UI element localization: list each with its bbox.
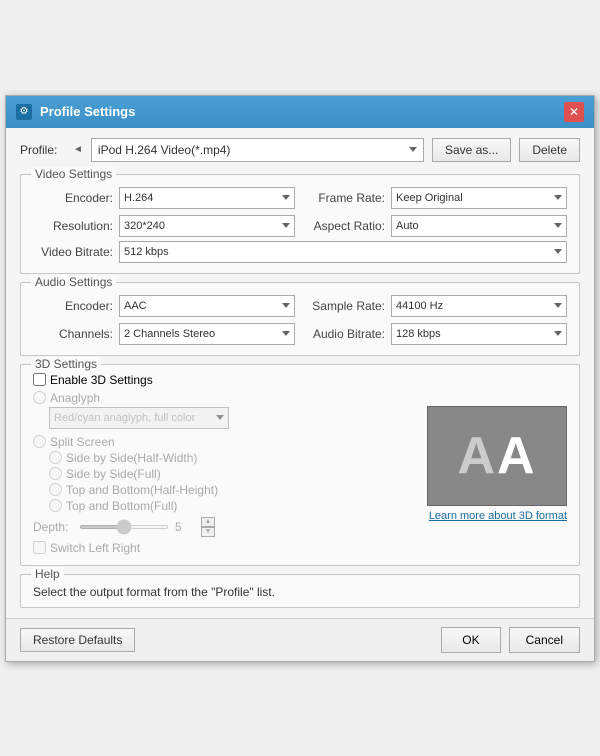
- resolution-field: Resolution: 320*240: [33, 215, 295, 237]
- aspect-ratio-select[interactable]: Auto: [391, 215, 567, 237]
- sbs-full-label: Side by Side(Full): [66, 467, 161, 481]
- enable-3d-label: Enable 3D Settings: [50, 373, 153, 387]
- audio-encoder-field: Encoder: AAC: [33, 295, 295, 317]
- aspect-ratio-field: Aspect Ratio: Auto: [305, 215, 567, 237]
- profile-dropdown[interactable]: iPod H.264 Video(*.mp4): [91, 138, 424, 162]
- tb-full-label: Top and Bottom(Full): [66, 499, 177, 513]
- close-button[interactable]: ✕: [564, 102, 584, 122]
- switch-left-right-checkbox[interactable]: [33, 541, 46, 554]
- aa-right: A: [497, 426, 537, 486]
- video-settings-grid: Encoder: H.264 Frame Rate: Keep Original…: [33, 187, 567, 237]
- learn-more-link[interactable]: Learn more about 3D format: [427, 510, 567, 522]
- audio-encoder-select[interactable]: AAC: [119, 295, 295, 317]
- frame-rate-label: Frame Rate:: [305, 191, 385, 205]
- video-bitrate-row: Video Bitrate: 512 kbps: [33, 241, 567, 263]
- split-screen-options: Side by Side(Half-Width) Side by Side(Fu…: [49, 451, 417, 513]
- split-screen-radio-row: Split Screen: [33, 435, 417, 449]
- audio-settings-grid: Encoder: AAC Sample Rate: 44100 Hz Chann…: [33, 295, 567, 345]
- 3d-settings-section: 3D Settings Enable 3D Settings Anaglyph: [20, 364, 580, 566]
- split-screen-label: Split Screen: [50, 435, 115, 449]
- profile-settings-dialog: ⚙ Profile Settings ✕ Profile: ◄ iPod H.2…: [5, 95, 595, 662]
- split-option-1: Side by Side(Half-Width): [49, 451, 417, 465]
- tb-half-label: Top and Bottom(Half-Height): [66, 483, 218, 497]
- footer-right: OK Cancel: [441, 627, 580, 653]
- help-section: Help Select the output format from the "…: [20, 574, 580, 608]
- audio-encoder-label: Encoder:: [33, 299, 113, 313]
- enable-3d-row: Enable 3D Settings: [33, 373, 417, 387]
- audio-bitrate-label: Audio Bitrate:: [305, 327, 385, 341]
- encoder-select[interactable]: H.264: [119, 187, 295, 209]
- settings-icon: ⚙: [16, 104, 32, 120]
- sample-rate-field: Sample Rate: 44100 Hz: [305, 295, 567, 317]
- aa-text: AA: [457, 426, 536, 486]
- sbs-half-radio[interactable]: [49, 451, 62, 464]
- depth-down-button[interactable]: ▼: [201, 527, 215, 537]
- 3d-settings-right: AA Learn more about 3D format: [427, 373, 567, 555]
- restore-defaults-button[interactable]: Restore Defaults: [20, 628, 135, 652]
- split-option-3: Top and Bottom(Half-Height): [49, 483, 417, 497]
- anaglyph-radio[interactable]: [33, 391, 46, 404]
- video-settings-title: Video Settings: [31, 167, 116, 181]
- frame-rate-select[interactable]: Keep Original: [391, 187, 567, 209]
- sample-rate-label: Sample Rate:: [305, 299, 385, 313]
- sbs-half-label: Side by Side(Half-Width): [66, 451, 197, 465]
- encoder-label: Encoder:: [33, 191, 113, 205]
- channels-field: Channels: 2 Channels Stereo: [33, 323, 295, 345]
- title-bar: ⚙ Profile Settings ✕: [6, 96, 594, 128]
- split-option-2: Side by Side(Full): [49, 467, 417, 481]
- enable-3d-checkbox[interactable]: [33, 373, 46, 386]
- tb-full-radio[interactable]: [49, 499, 62, 512]
- resolution-select[interactable]: 320*240: [119, 215, 295, 237]
- depth-label: Depth:: [33, 520, 73, 534]
- profile-label: Profile:: [20, 143, 65, 157]
- title-bar-left: ⚙ Profile Settings: [16, 104, 135, 120]
- depth-spinner: ▲ ▼: [201, 517, 215, 537]
- split-screen-radio[interactable]: [33, 435, 46, 448]
- sample-rate-select[interactable]: 44100 Hz: [391, 295, 567, 317]
- audio-bitrate-select[interactable]: 128 kbps: [391, 323, 567, 345]
- aspect-ratio-label: Aspect Ratio:: [305, 219, 385, 233]
- profile-row: Profile: ◄ iPod H.264 Video(*.mp4) Save …: [20, 138, 580, 162]
- save-as-button[interactable]: Save as...: [432, 138, 511, 162]
- frame-rate-field: Frame Rate: Keep Original: [305, 187, 567, 209]
- dialog-body: Profile: ◄ iPod H.264 Video(*.mp4) Save …: [6, 128, 594, 618]
- anaglyph-label: Anaglyph: [50, 391, 100, 405]
- channels-select[interactable]: 2 Channels Stereo: [119, 323, 295, 345]
- aa-preview: AA: [427, 406, 567, 506]
- depth-slider[interactable]: [79, 525, 169, 529]
- depth-row: Depth: 5 ▲ ▼: [33, 517, 417, 537]
- depth-value: 5: [175, 520, 195, 534]
- sbs-full-radio[interactable]: [49, 467, 62, 480]
- dialog-footer: Restore Defaults OK Cancel: [6, 618, 594, 661]
- audio-bitrate-field: Audio Bitrate: 128 kbps: [305, 323, 567, 345]
- anaglyph-radio-row: Anaglyph: [33, 391, 417, 405]
- tb-half-radio[interactable]: [49, 483, 62, 496]
- switch-left-right-label: Switch Left Right: [50, 541, 140, 555]
- window-title: Profile Settings: [40, 104, 135, 119]
- channels-label: Channels:: [33, 327, 113, 341]
- aa-left: A: [457, 426, 497, 486]
- split-option-4: Top and Bottom(Full): [49, 499, 417, 513]
- audio-settings-section: Audio Settings Encoder: AAC Sample Rate:…: [20, 282, 580, 356]
- profile-nav-icon: ◄: [73, 144, 83, 155]
- delete-button[interactable]: Delete: [519, 138, 580, 162]
- 3d-settings-left: Enable 3D Settings Anaglyph Red/cyan ana…: [33, 373, 417, 555]
- ok-button[interactable]: OK: [441, 627, 500, 653]
- switch-row: Switch Left Right: [33, 541, 417, 555]
- cancel-button[interactable]: Cancel: [509, 627, 580, 653]
- help-text: Select the output format from the "Profi…: [33, 585, 567, 599]
- encoder-field: Encoder: H.264: [33, 187, 295, 209]
- radio-group-anaglyph: Anaglyph Red/cyan anaglyph, full color S…: [33, 391, 417, 513]
- anaglyph-select: Red/cyan anaglyph, full color: [49, 407, 229, 429]
- resolution-label: Resolution:: [33, 219, 113, 233]
- video-bitrate-select[interactable]: 512 kbps: [119, 241, 567, 263]
- 3d-settings-title: 3D Settings: [31, 357, 101, 371]
- 3d-settings-body: Enable 3D Settings Anaglyph Red/cyan ana…: [33, 373, 567, 555]
- depth-up-button[interactable]: ▲: [201, 517, 215, 527]
- video-bitrate-label: Video Bitrate:: [33, 245, 113, 259]
- video-settings-section: Video Settings Encoder: H.264 Frame Rate…: [20, 174, 580, 274]
- help-title: Help: [31, 567, 64, 581]
- audio-settings-title: Audio Settings: [31, 275, 116, 289]
